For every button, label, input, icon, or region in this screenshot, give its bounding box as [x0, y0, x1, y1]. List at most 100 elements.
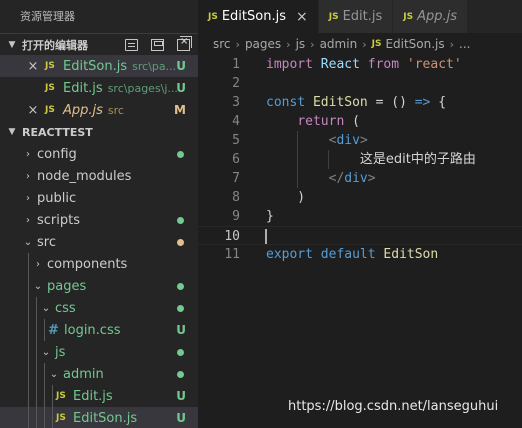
close-icon[interactable]: × — [296, 9, 308, 25]
breadcrumb-item-pages[interactable]: pages — [245, 37, 281, 51]
css-file-icon: # — [48, 322, 59, 338]
tree-folder-css[interactable]: ⌄ css — [0, 297, 198, 319]
code-token: > — [359, 133, 368, 148]
open-editor-item-edit[interactable]: JS Edit.js src\pages\j... U — [0, 77, 198, 99]
code-line[interactable]: 4 return ( — [198, 112, 522, 131]
code-line[interactable]: 5 <div> — [198, 131, 522, 150]
open-editor-item-app[interactable]: × JS App.js src M — [0, 99, 198, 121]
line-number: 9 — [232, 209, 240, 224]
js-file-icon: JS — [45, 61, 55, 71]
breadcrumb-item-file[interactable]: EditSon.js — [385, 37, 444, 51]
code-line[interactable]: 7 </div> — [198, 169, 522, 188]
tree-folder-components[interactable]: › components — [0, 253, 198, 275]
code-line[interactable]: 1 import React from 'react' — [198, 55, 522, 74]
close-all-editors-icon[interactable] — [177, 36, 192, 51]
breadcrumb-item-src[interactable]: src — [213, 37, 231, 51]
code-editor[interactable]: 1 import React from 'react' 2 3 const EditSo… — [198, 55, 522, 428]
line-number: 2 — [232, 76, 240, 91]
tree-item-label: public — [37, 190, 77, 206]
code-line[interactable]: 10 — [198, 226, 522, 245]
tab-label: EditSon.js — [221, 9, 286, 24]
code-token: ( — [344, 114, 360, 129]
code-token: div — [344, 171, 368, 186]
tree-file-login-css[interactable]: # login.css U — [0, 319, 198, 341]
tree-folder-public[interactable]: › public — [0, 187, 198, 209]
git-status-badge: U — [176, 81, 186, 95]
breadcrumb-item-more[interactable]: ... — [459, 37, 470, 51]
tree-item-label: node_modules — [37, 168, 132, 184]
indent-guide — [36, 363, 37, 385]
tree-folder-src[interactable]: ⌄ src — [0, 231, 198, 253]
explorer-title: 资源管理器 — [20, 10, 75, 23]
open-editors-header[interactable]: ▼ 打开的编辑器 — [0, 33, 198, 55]
close-icon[interactable]: × — [27, 59, 39, 74]
code-line[interactable]: 9} — [198, 207, 522, 226]
tree-folder-node-modules[interactable]: › node_modules — [0, 165, 198, 187]
close-icon[interactable]: × — [27, 103, 39, 118]
tree-folder-js[interactable]: ⌄ js — [0, 341, 198, 363]
tree-file-editson-js[interactable]: JS EditSon.js U — [0, 407, 198, 428]
code-line[interactable]: 3 const EditSon = () => { — [198, 93, 522, 112]
tab-app-js[interactable]: JS App.js — [393, 0, 469, 33]
js-file-icon: JS — [328, 11, 339, 22]
code-token: } — [266, 209, 274, 224]
code-line[interactable]: 6 这是edit中的子路由 — [198, 150, 522, 169]
line-number: 6 — [232, 152, 240, 167]
chevron-right-icon: › — [36, 258, 40, 270]
code-line[interactable]: 8 ) — [198, 188, 522, 207]
line-number: 10 — [224, 229, 240, 244]
tab-label: Edit.js — [342, 9, 383, 24]
open-editors-label: 打开的编辑器 — [22, 38, 88, 52]
open-editor-filename: EditSon.js — [63, 58, 128, 74]
breadcrumb-item-admin[interactable]: admin — [320, 37, 358, 51]
code-token: > — [367, 171, 376, 186]
breadcrumb: src › pages › js › admin › JS EditSon.js… — [198, 33, 522, 55]
tree-file-edit-js[interactable]: JS Edit.js U — [0, 385, 198, 407]
js-file-icon: JS — [208, 11, 218, 22]
indent-guide — [28, 407, 29, 428]
project-header[interactable]: ▼ REACTTEST — [0, 121, 198, 143]
chevron-right-icon: › — [362, 37, 367, 51]
indent-guide — [44, 385, 45, 407]
code-line[interactable]: 2 — [198, 74, 522, 93]
chevron-down-icon: ⌄ — [33, 280, 43, 292]
new-untitled-file-icon[interactable] — [125, 39, 138, 51]
git-status-badge: U — [176, 389, 186, 403]
js-file-icon: JS — [56, 391, 66, 401]
code-text: <div> — [266, 131, 368, 150]
tree-folder-scripts[interactable]: › scripts — [0, 209, 198, 231]
watermark-text: https://blog.csdn.net/lanseguhui — [288, 399, 499, 414]
chevron-down-icon: ⌄ — [41, 346, 51, 358]
git-modified-dot — [177, 239, 184, 246]
line-number: 5 — [232, 133, 240, 148]
code-text: const EditSon = () => { — [266, 93, 446, 112]
tab-editson-js[interactable]: JS EditSon.js × — [198, 0, 319, 33]
open-editor-item-editson[interactable]: × JS EditSon.js src\pa... U — [0, 55, 198, 77]
open-editor-filename: App.js — [63, 102, 103, 118]
breadcrumb-item-js[interactable]: js — [296, 37, 306, 51]
indent-guide — [36, 341, 37, 363]
open-editor-path: src\pa... — [132, 59, 177, 73]
code-token: 这是edit中的子路由 — [359, 152, 476, 167]
indent-guide — [36, 297, 37, 319]
tab-edit-js[interactable]: JS Edit.js — [318, 0, 394, 33]
code-token: EditSon — [312, 95, 368, 110]
open-editor-filename: Edit.js — [63, 80, 103, 96]
indent-guide — [28, 363, 29, 385]
save-all-icon[interactable] — [151, 39, 164, 51]
code-text: </div> — [266, 169, 376, 188]
code-text: ) — [266, 188, 305, 207]
tree-folder-config[interactable]: › config — [0, 143, 198, 165]
tree-folder-pages[interactable]: ⌄ pages — [0, 275, 198, 297]
tree-folder-admin[interactable]: ⌄ admin — [0, 363, 198, 385]
editor-tab-bar: JS EditSon.js × JS Edit.js JS App.js — [198, 0, 522, 33]
code-line[interactable]: 11 export default EditSon — [198, 245, 522, 264]
open-editor-path: src — [107, 103, 124, 117]
code-text: export default EditSon — [266, 245, 438, 264]
code-token: from — [367, 57, 400, 72]
chevron-right-icon: › — [26, 214, 30, 226]
chevron-right-icon: › — [26, 148, 30, 160]
